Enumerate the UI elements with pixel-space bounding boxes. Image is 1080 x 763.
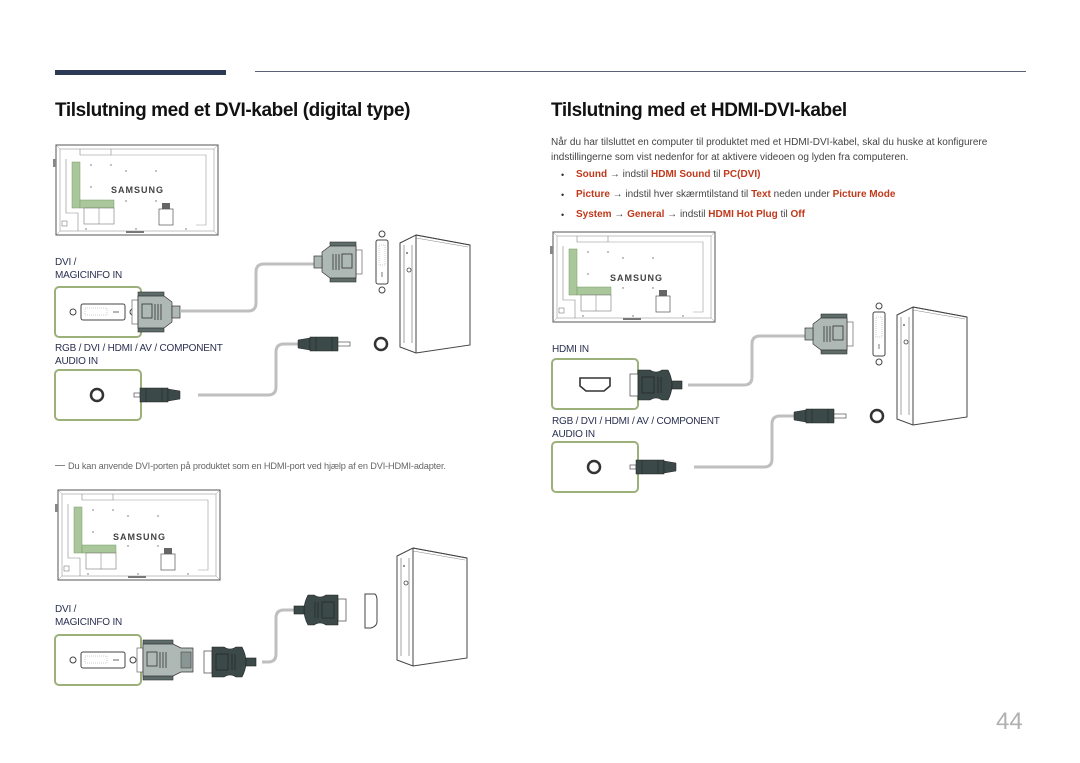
audio-plug-pc-icon	[297, 336, 351, 352]
connection-diagrams: SAMSUNG SAMSUNG SAMSUNG	[52, 144, 968, 686]
audio-cable	[694, 414, 794, 469]
audio-jack-icon	[89, 387, 105, 403]
hdmi-plug-pc-icon	[293, 594, 347, 626]
dvi-plug-pc-icon	[313, 241, 363, 283]
dvi-plug-pc-icon	[804, 313, 854, 355]
hdmi-dvi-cable	[688, 334, 806, 387]
hdmi-port-icon	[579, 377, 611, 392]
dvi-plug-icon	[131, 291, 181, 333]
audio-jack-icon	[586, 459, 602, 475]
samsung-logo: SAMSUNG	[111, 185, 164, 195]
dvi-hdmi-adapter-icon	[136, 639, 194, 681]
pc-dvi-port-icon	[375, 230, 389, 294]
pc-hdmi-port-icon	[364, 593, 378, 629]
samsung-logo: SAMSUNG	[610, 273, 663, 283]
samsung-logo: SAMSUNG	[113, 532, 166, 542]
audio-cable	[198, 342, 298, 397]
audio-plug-icon	[133, 387, 181, 403]
audio-plug-pc-icon	[793, 408, 847, 424]
pc-audio-jack-icon	[373, 336, 389, 352]
hdmi-plug-icon	[203, 646, 257, 678]
pc-tower-icon	[396, 547, 468, 667]
pc-audio-jack-icon	[869, 408, 885, 424]
pc-tower-icon	[896, 306, 968, 426]
pc-tower-icon	[399, 234, 471, 354]
audio-plug-icon	[629, 459, 677, 475]
hdmi-plug-icon	[629, 369, 683, 401]
hdmi-cable	[262, 608, 294, 664]
pc-dvi-port-icon	[872, 302, 886, 366]
dvi-cable	[180, 262, 320, 313]
